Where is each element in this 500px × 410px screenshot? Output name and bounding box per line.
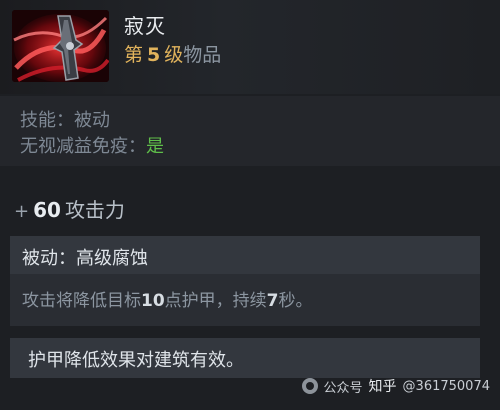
item-tooltip: 寂灭 第 5 级物品 技能：被动 无视减益免疫：是 +60 攻击力 被动：高级腐蚀 攻… bbox=[0, 0, 500, 410]
armor-reduction-value: 10 bbox=[141, 291, 165, 311]
watermark-user: @361750074 bbox=[402, 378, 490, 394]
building-note: 护甲降低效果对建筑有效。 bbox=[10, 338, 480, 378]
item-level: 第 5 级物品 bbox=[124, 40, 221, 67]
passive-title: 被动：高级腐蚀 bbox=[10, 236, 480, 274]
duration-value: 7 bbox=[266, 291, 279, 311]
passive-description: 攻击将降低目标10点护甲，持续7秒。 bbox=[22, 286, 313, 311]
item-name: 寂灭 bbox=[124, 14, 166, 38]
level-tail: 物品 bbox=[183, 44, 222, 66]
passive-ability: 被动：高级腐蚀 攻击将降低目标10点护甲，持续7秒。 bbox=[10, 236, 480, 326]
level-prefix: 第 bbox=[124, 44, 144, 66]
wechat-icon bbox=[301, 378, 318, 394]
level-number: 5 bbox=[147, 44, 161, 66]
desc-text: 攻击将降低目标 bbox=[22, 291, 141, 311]
debuff-immunity-line: 无视减益免疫：是 bbox=[20, 132, 164, 158]
watermark-source: 公众号 bbox=[323, 380, 363, 396]
skill-type-label: 技能： bbox=[20, 110, 74, 131]
bonus-name: 攻击力 bbox=[64, 198, 125, 222]
skill-type-line: 技能：被动 bbox=[20, 106, 110, 132]
tooltip-header: 寂灭 第 5 级物品 bbox=[0, 0, 500, 94]
watermark: 公众号 知乎 @361750074 bbox=[301, 376, 490, 396]
bonus-sign: + bbox=[14, 201, 30, 222]
desc-text: 秒。 bbox=[278, 291, 313, 311]
watermark-zhihu: 知乎 bbox=[368, 379, 397, 395]
skill-type-value: 被动 bbox=[74, 110, 110, 131]
debuff-immunity-label: 无视减益免疫： bbox=[20, 136, 146, 157]
desolator-icon bbox=[12, 10, 109, 82]
bonus-value: 60 bbox=[33, 198, 61, 222]
debuff-immunity-value: 是 bbox=[146, 136, 164, 157]
attack-damage-bonus: +60 攻击力 bbox=[14, 194, 125, 223]
level-suffix: 级 bbox=[164, 44, 184, 66]
desc-text: 点护甲，持续 bbox=[164, 291, 267, 311]
item-properties: 技能：被动 无视减益免疫：是 bbox=[0, 96, 500, 166]
